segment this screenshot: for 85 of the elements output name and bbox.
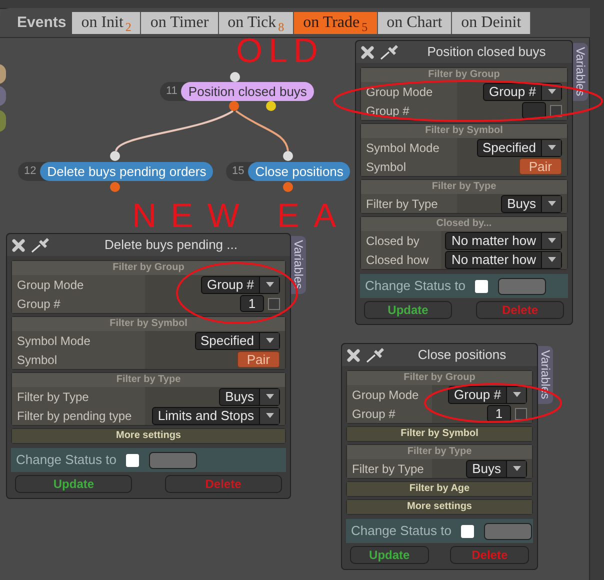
update-button[interactable]: Update (15, 475, 132, 493)
dropdown[interactable]: Specified (194, 332, 280, 350)
count-label: 8 (278, 21, 284, 34)
side-tab[interactable]: Variables (573, 43, 588, 101)
dropdown[interactable]: Group # (483, 82, 562, 100)
panel-title: Delete buys pending ... (104, 236, 238, 254)
pin-icon[interactable] (379, 43, 401, 61)
output-port[interactable] (110, 182, 120, 192)
dropdown[interactable]: Buys (466, 460, 527, 478)
output-port[interactable] (229, 101, 239, 111)
number-field[interactable]: 1 (240, 295, 264, 312)
field-label: Closed by (366, 232, 420, 250)
update-button[interactable]: Update (364, 301, 452, 319)
status-field[interactable] (484, 522, 532, 540)
event-tab[interactable]: on Deinit (452, 12, 532, 34)
field-label: Filter by Type (366, 196, 438, 212)
dropdown[interactable]: Group # (201, 276, 280, 294)
field-label: Symbol Mode (366, 140, 440, 156)
dropdown[interactable]: Buys (219, 388, 280, 406)
dropdown[interactable]: Group # (448, 386, 527, 404)
field-label: Filter by Type (17, 388, 89, 406)
side-tab[interactable]: Variables (538, 346, 553, 404)
number-field[interactable] (522, 102, 546, 119)
field-label: Filter by pending type (17, 408, 132, 424)
pin-icon[interactable] (30, 236, 52, 254)
handwritten-note: NEW EA (132, 200, 350, 232)
count-label: 5 (362, 21, 368, 34)
section-header[interactable]: Filter by Age (347, 482, 532, 496)
node-label[interactable]: Close positions (248, 162, 350, 181)
checkbox[interactable] (515, 408, 527, 420)
field-label: Group Mode (17, 276, 84, 294)
dropdown[interactable]: Specified (476, 138, 562, 156)
output-port[interactable] (266, 101, 276, 111)
pin-icon[interactable] (365, 346, 387, 364)
count-label: 2 (125, 21, 132, 34)
close-icon[interactable] (11, 238, 26, 252)
field-label: Symbol Mode (17, 332, 90, 350)
connector (235, 110, 289, 152)
input-port[interactable] (110, 151, 120, 161)
field-label: Symbol (17, 352, 58, 368)
input-port[interactable] (283, 151, 293, 161)
status-field[interactable] (149, 452, 198, 468)
input-port[interactable] (230, 72, 240, 82)
field-label: Group # (17, 296, 60, 312)
handwritten-note: OLD (236, 34, 324, 68)
close-icon[interactable] (346, 348, 361, 362)
checkbox[interactable] (126, 454, 140, 466)
pair-button[interactable]: Pair (236, 351, 280, 368)
dropdown[interactable]: No matter how (445, 232, 562, 250)
node-label[interactable]: Position closed buys (181, 82, 314, 101)
field-label: Group Mode (366, 84, 433, 100)
field-label: Filter by Type (352, 460, 424, 478)
field-label: Symbol (366, 158, 406, 176)
checkbox[interactable] (461, 524, 474, 538)
node-label[interactable]: Delete buys pending orders (40, 162, 214, 181)
output-port[interactable] (283, 182, 293, 192)
number-field[interactable]: 1 (487, 405, 511, 422)
section-header[interactable]: More settings (347, 500, 532, 514)
node-number: 15 (232, 164, 244, 180)
field-label: Group # (352, 406, 396, 422)
checkbox[interactable] (268, 298, 280, 310)
event-tab[interactable]: on Chart (378, 12, 452, 34)
events-label: Events (17, 13, 66, 33)
pair-button[interactable]: Pair (518, 158, 562, 175)
close-icon[interactable] (360, 44, 375, 60)
checkbox[interactable] (475, 280, 488, 292)
dropdown[interactable]: No matter how (445, 250, 562, 268)
side-tab[interactable]: Variables (291, 236, 306, 294)
field-label: Closed how (366, 252, 429, 268)
status-label: Change Status to (351, 522, 452, 540)
section-header[interactable]: More settings (12, 429, 285, 443)
event-tab[interactable]: on Timer (141, 12, 219, 34)
dropdown[interactable]: Buys (501, 194, 562, 212)
section-header[interactable]: Filter by Symbol (347, 427, 532, 441)
dropdown[interactable]: Limits and Stops (152, 406, 280, 424)
checkbox[interactable] (550, 104, 562, 116)
field-label: Group Mode (352, 386, 419, 404)
node-number: 12 (24, 164, 36, 180)
node-number: 11 (166, 84, 178, 100)
panel-title: Close positions (416, 346, 508, 364)
status-label: Change Status to (16, 451, 116, 470)
panel-title: Position closed buys (426, 43, 547, 62)
status-label: Change Status to (365, 277, 466, 296)
status-field[interactable] (498, 278, 546, 294)
update-button[interactable]: Update (350, 546, 429, 564)
